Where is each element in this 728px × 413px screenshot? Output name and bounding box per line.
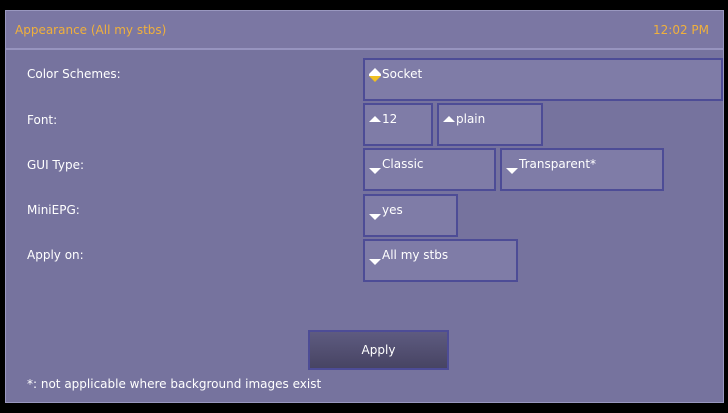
- gui-type-label: GUI Type:: [27, 158, 85, 172]
- font-size-select[interactable]: 12: [363, 103, 433, 146]
- color-schemes-value: Socket: [382, 67, 423, 81]
- apply-button[interactable]: Apply: [308, 330, 449, 370]
- up-down-arrow-icon: [369, 68, 381, 82]
- apply-on-label: Apply on:: [27, 248, 84, 262]
- mini-epg-select[interactable]: yes: [363, 194, 458, 237]
- gui-transparency-value: Transparent*: [519, 157, 597, 171]
- appearance-screen: Appearance (All my stbs) 12:02 PM Color …: [5, 10, 724, 403]
- clock: 12:02 PM: [653, 23, 709, 37]
- footnote: *: not applicable where background image…: [27, 377, 322, 391]
- apply-on-select[interactable]: All my stbs: [363, 239, 518, 282]
- gui-type-value: Classic: [382, 157, 424, 171]
- color-schemes-select[interactable]: Socket: [363, 58, 723, 101]
- down-arrow-icon: [369, 168, 381, 174]
- title-bar: Appearance (All my stbs) 12:02 PM: [6, 11, 723, 50]
- page-title: Appearance (All my stbs): [15, 23, 167, 37]
- down-arrow-icon: [506, 168, 518, 174]
- down-arrow-icon: [369, 259, 381, 265]
- mini-epg-label: MiniEPG:: [27, 203, 80, 217]
- mini-epg-value: yes: [382, 203, 403, 217]
- font-style-select[interactable]: plain: [437, 103, 543, 146]
- apply-on-value: All my stbs: [382, 248, 449, 262]
- color-schemes-label: Color Schemes:: [27, 67, 121, 81]
- font-style-value: plain: [456, 112, 486, 126]
- gui-type-select[interactable]: Classic: [363, 148, 496, 191]
- down-arrow-icon: [369, 214, 381, 220]
- up-arrow-icon: [443, 116, 455, 122]
- font-size-value: 12: [382, 112, 398, 126]
- font-label: Font:: [27, 113, 58, 127]
- gui-transparency-select[interactable]: Transparent*: [500, 148, 664, 191]
- up-arrow-icon: [369, 116, 381, 122]
